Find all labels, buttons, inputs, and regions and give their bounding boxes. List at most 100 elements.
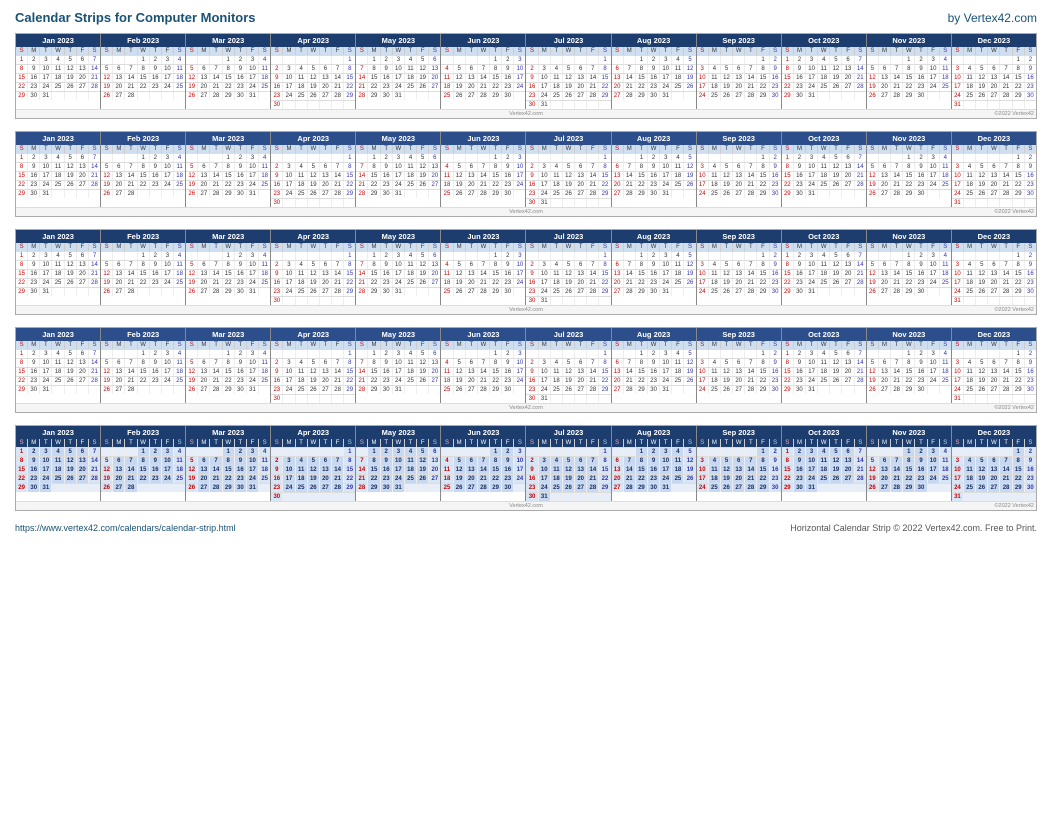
day-header: M	[283, 145, 295, 153]
week-row: 14151617181920	[356, 367, 440, 376]
week-row: 262728	[101, 189, 185, 198]
day-cell: 18	[940, 270, 951, 278]
day-cell: 18	[672, 270, 684, 278]
day-cell: 18	[52, 172, 64, 180]
day-cell: 9	[235, 65, 247, 73]
week-row: 19202122232425	[867, 278, 951, 287]
day-cell: 16	[915, 172, 927, 180]
day-header: F	[77, 341, 89, 349]
day-cell	[283, 252, 295, 260]
day-cell	[551, 350, 563, 358]
day-header: T	[40, 341, 52, 349]
day-cell: 7	[332, 261, 344, 269]
day-cell: 2	[502, 350, 514, 358]
day-cell: 3	[539, 65, 551, 73]
day-cell: 22	[1013, 475, 1025, 483]
day-cell: 31	[806, 484, 818, 492]
day-header: F	[77, 439, 89, 447]
month-block: Nov 2023SMTWTFS 123456789101112131415161…	[867, 328, 952, 403]
week-row: 15161718192021	[782, 465, 866, 474]
day-header: M	[794, 341, 806, 349]
month-header: May 2023	[356, 34, 440, 47]
week-row: 12345	[612, 447, 696, 456]
day-cell: 15	[138, 74, 150, 82]
day-cell: 23	[770, 181, 781, 189]
day-cell: 18	[709, 279, 721, 287]
day-cell: 12	[308, 466, 320, 474]
day-cell: 20	[466, 83, 478, 91]
day-cell: 3	[247, 252, 259, 260]
day-cell: 22	[368, 181, 380, 189]
week-row: 10111213141516	[952, 171, 1036, 180]
day-cell: 11	[940, 457, 951, 465]
day-header: T	[235, 243, 247, 251]
day-cell	[879, 350, 891, 358]
week-row: 15161718192021	[16, 269, 100, 278]
day-cell: 15	[782, 270, 794, 278]
month-header: Jun 2023	[441, 328, 525, 341]
day-header: S	[697, 47, 709, 55]
day-cell: 19	[976, 279, 988, 287]
day-cell: 9	[648, 65, 660, 73]
day-cell: 3	[514, 448, 525, 456]
day-cell: 9	[381, 163, 393, 171]
day-cell	[52, 190, 64, 198]
day-cell: 19	[830, 172, 842, 180]
day-cell: 23	[28, 83, 40, 91]
day-header: F	[672, 439, 684, 447]
day-cell: 9	[915, 457, 927, 465]
day-header: S	[174, 341, 185, 349]
day-header: F	[587, 243, 599, 251]
day-cell: 20	[612, 475, 624, 483]
day-cell: 2	[915, 252, 927, 260]
day-cell: 27	[575, 92, 587, 100]
day-cell: 2	[502, 448, 514, 456]
day-cell: 21	[587, 181, 599, 189]
day-header: S	[599, 341, 610, 349]
day-header: S	[770, 243, 781, 251]
day-cell: 4	[52, 350, 64, 358]
day-cell	[89, 386, 100, 394]
day-cell: 26	[101, 484, 113, 492]
day-header: T	[65, 47, 77, 55]
day-cell: 7	[587, 457, 599, 465]
day-cell: 19	[830, 74, 842, 82]
day-cell: 20	[988, 181, 1000, 189]
day-cell: 7	[478, 261, 490, 269]
day-cell: 30	[770, 92, 781, 100]
day-cell: 20	[842, 172, 854, 180]
day-cell: 11	[818, 457, 830, 465]
day-cell	[296, 350, 308, 358]
day-cell: 19	[684, 466, 695, 474]
day-header: T	[296, 145, 308, 153]
day-cell: 13	[988, 172, 1000, 180]
day-cell: 23	[915, 475, 927, 483]
day-header: S	[599, 145, 610, 153]
day-cell: 23	[794, 475, 806, 483]
month-header: Mar 2023	[186, 426, 270, 439]
day-cell: 10	[514, 359, 525, 367]
day-cell: 23	[648, 475, 660, 483]
day-cell: 26	[417, 377, 429, 385]
day-header: T	[745, 47, 757, 55]
day-cell: 31	[393, 92, 405, 100]
day-cell	[150, 288, 162, 296]
day-cell: 4	[940, 350, 951, 358]
day-cell: 7	[624, 457, 636, 465]
day-cell: 3	[539, 163, 551, 171]
day-cell: 9	[915, 163, 927, 171]
day-cell: 12	[721, 270, 733, 278]
day-header: T	[210, 145, 222, 153]
day-cell	[709, 252, 721, 260]
day-cell: 28	[89, 279, 100, 287]
day-cell: 19	[65, 172, 77, 180]
day-cell: 22	[368, 377, 380, 385]
day-cell: 26	[417, 83, 429, 91]
day-cell: 9	[770, 163, 781, 171]
day-cell: 16	[915, 368, 927, 376]
day-cell: 16	[235, 466, 247, 474]
day-cell: 20	[429, 466, 440, 474]
day-cell: 23	[526, 190, 538, 198]
day-cell: 15	[490, 270, 502, 278]
day-cell: 29	[757, 288, 769, 296]
